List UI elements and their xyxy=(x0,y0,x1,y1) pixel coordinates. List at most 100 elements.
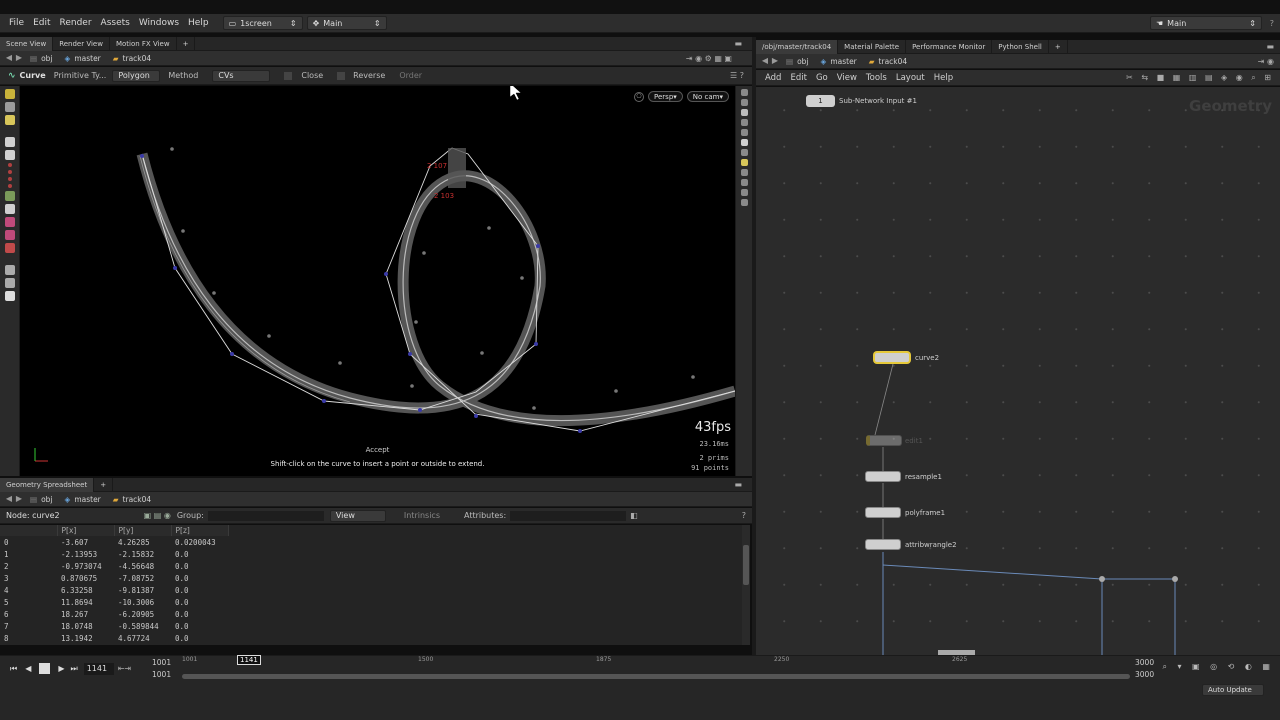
prim-select-icon[interactable] xyxy=(7,177,12,181)
pane-menu-icon[interactable]: ▬ xyxy=(734,39,742,48)
op-help-icons[interactable]: ☰ ? xyxy=(730,71,744,80)
tab-render-view[interactable]: Render View xyxy=(53,36,110,51)
crumb-obj[interactable]: ▤ obj xyxy=(780,57,815,66)
crumb-track04[interactable]: ▰ track04 xyxy=(107,495,157,504)
scene-viewport[interactable]: 2 107 2 103 ⎔ Persp ▾ No cam ▾ Accept Sh… xyxy=(20,86,735,476)
desktop-select[interactable]: ▭ 1screen ⇕ xyxy=(222,16,303,30)
geo-type-icons[interactable]: ▣ ▤ ◉ xyxy=(144,511,171,520)
forward-arrow-icon[interactable]: ▶ xyxy=(14,53,24,63)
context-select[interactable]: ✥ Main ⇕ xyxy=(306,16,387,30)
cv-point[interactable] xyxy=(230,352,234,356)
cv-point[interactable] xyxy=(408,352,412,356)
playback-option-icons[interactable]: ⌕ ▾ ▣ ◎ ⟲ ◐ ▦ xyxy=(1162,662,1274,672)
view-menu[interactable]: View xyxy=(329,509,386,522)
select-tool-icon[interactable] xyxy=(4,89,15,99)
magnet-tool-icon[interactable] xyxy=(4,217,15,227)
add-tab-button[interactable]: + xyxy=(94,477,114,492)
add-tab-button[interactable]: + xyxy=(177,36,196,51)
arrow-tool-icon[interactable] xyxy=(4,137,15,147)
menu-file[interactable]: File xyxy=(9,18,24,28)
crumb-master[interactable]: ◈ master xyxy=(815,57,863,66)
col-px[interactable]: P[x] xyxy=(57,525,115,536)
frame-ruler[interactable]: 1001 1500 1875 2250 2625 1141 xyxy=(182,655,1130,668)
snap-magnet-icon[interactable] xyxy=(4,243,15,253)
display-option-icon[interactable] xyxy=(740,149,748,156)
menu-help[interactable]: Help xyxy=(188,18,209,28)
viewer-toolbar-icons[interactable]: ⇥ ◉ ⚙ ▦ ▣ xyxy=(686,54,732,63)
primitive-type-select[interactable]: Polygon xyxy=(112,69,161,82)
reverse-checkbox[interactable] xyxy=(337,71,346,80)
add-tab-button[interactable]: + xyxy=(1049,39,1068,54)
crumb-track04[interactable]: ▰ track04 xyxy=(107,54,157,63)
display-option-icon[interactable] xyxy=(740,89,748,96)
lock-icon[interactable]: ⎔ xyxy=(634,91,645,102)
spreadsheet-scrollbar[interactable] xyxy=(742,525,750,645)
shading-icon[interactable] xyxy=(740,139,748,146)
forward-arrow-icon[interactable]: ▶ xyxy=(14,494,24,504)
crumb-master[interactable]: ◈ master xyxy=(59,495,107,504)
table-row[interactable]: 2 -0.973074 -4.56648 0.0 xyxy=(0,560,228,572)
cv-point[interactable] xyxy=(534,342,538,346)
node-curve2[interactable] xyxy=(874,352,910,363)
current-frame-field[interactable]: 1141 xyxy=(83,662,114,675)
tab-scene-view[interactable]: Scene View xyxy=(0,36,54,51)
display-tool-icon[interactable] xyxy=(4,291,15,301)
table-row[interactable]: 5 11.8694 -10.3006 0.0 xyxy=(0,596,228,608)
table-row[interactable]: 8 13.1942 4.67724 0.0 xyxy=(0,632,228,644)
back-arrow-icon[interactable]: ◀ xyxy=(760,56,770,66)
net-menu-help[interactable]: Help xyxy=(934,73,953,83)
network-tool-icons[interactable]: ✂ ⇆ ■ ▦ ▥ ▤ ◈ ◉ ⌕ ⊞ xyxy=(1126,73,1274,83)
net-menu-add[interactable]: Add xyxy=(765,73,781,83)
key-nav-icon[interactable]: ⇤⇥ xyxy=(118,664,131,673)
vertex-select-icon[interactable] xyxy=(7,184,12,188)
auto-update-menu[interactable]: Auto Update xyxy=(1202,684,1264,696)
filter-icon[interactable]: ◧ xyxy=(630,511,638,520)
move-tool-icon[interactable] xyxy=(4,102,15,112)
net-menu-tools[interactable]: Tools xyxy=(866,73,887,83)
pin-icon[interactable]: ⇥ ◉ xyxy=(1258,57,1274,66)
node-edit1[interactable] xyxy=(866,435,902,446)
pose-tool-icon[interactable] xyxy=(4,265,15,275)
intrinsics-toggle[interactable]: Intrinsics xyxy=(404,511,440,520)
col-py[interactable]: P[y] xyxy=(114,525,172,536)
cv-point[interactable] xyxy=(140,154,144,158)
camera-menu[interactable]: No cam ▾ xyxy=(686,91,729,102)
menu-edit[interactable]: Edit xyxy=(33,18,50,28)
display-option-icon[interactable] xyxy=(740,199,748,206)
lock-icon[interactable] xyxy=(740,109,748,116)
back-arrow-icon[interactable]: ◀ xyxy=(4,53,14,63)
edge-select-icon[interactable] xyxy=(7,170,12,174)
tab-performance-monitor[interactable]: Performance Monitor xyxy=(906,39,993,54)
jump-end-icon[interactable]: ⏭ xyxy=(71,664,78,674)
cv-point[interactable] xyxy=(536,244,540,248)
magnet2-tool-icon[interactable] xyxy=(4,230,15,240)
net-menu-view[interactable]: View xyxy=(837,73,857,83)
help-icon[interactable]: ? xyxy=(1270,19,1274,28)
node-polyframe1[interactable] xyxy=(865,507,901,518)
help-icon[interactable]: ? xyxy=(742,511,746,520)
stop-icon[interactable] xyxy=(39,663,51,674)
tab-network-path[interactable]: /obj/master/track04 xyxy=(756,39,839,54)
network-editor[interactable]: Geometry 1 Sub-Network Input #1 curve2 e… xyxy=(756,87,1280,655)
lock-tool-icon[interactable] xyxy=(4,150,15,160)
light-icon[interactable] xyxy=(740,159,748,166)
tab-material-palette[interactable]: Material Palette xyxy=(838,39,907,54)
tab-python-shell[interactable]: Python Shell xyxy=(992,39,1049,54)
persp-menu[interactable]: Persp ▾ xyxy=(648,91,683,102)
forward-arrow-icon[interactable]: ▶ xyxy=(770,56,780,66)
net-menu-layout[interactable]: Layout xyxy=(896,73,925,83)
handle-tool-icon[interactable] xyxy=(4,115,15,125)
grid-tool-icon[interactable] xyxy=(4,204,15,214)
table-row[interactable]: 4 6.33258 -9.81387 0.0 xyxy=(0,584,228,596)
playhead-marker[interactable]: 1141 xyxy=(237,655,261,665)
pane-menu-icon[interactable]: ▬ xyxy=(1266,42,1274,51)
jump-start-icon[interactable]: ⏮ xyxy=(10,664,17,674)
cv-point[interactable] xyxy=(418,408,422,412)
table-row[interactable]: 3 0.870675 -7.08752 0.0 xyxy=(0,572,228,584)
range-slider[interactable] xyxy=(182,674,1130,679)
crumb-master[interactable]: ◈ master xyxy=(59,54,107,63)
tab-motion-fx-view[interactable]: Motion FX View xyxy=(110,36,177,51)
col-index[interactable] xyxy=(0,525,58,536)
back-arrow-icon[interactable]: ◀ xyxy=(4,494,14,504)
cv-point[interactable] xyxy=(384,272,388,276)
